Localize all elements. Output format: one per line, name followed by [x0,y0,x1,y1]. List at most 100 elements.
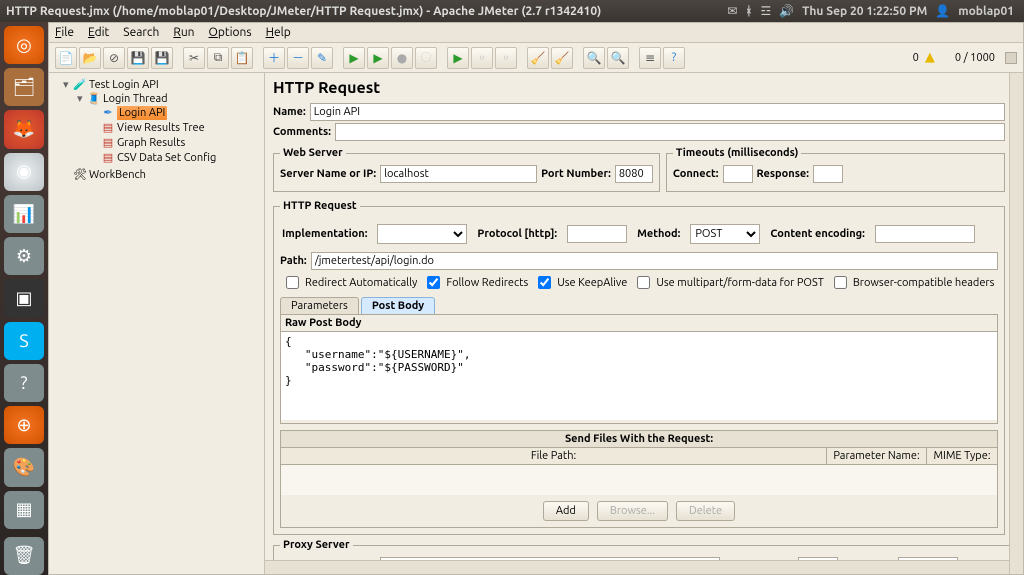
response-label: Response: [757,168,809,180]
http-request-legend: HTTP Request [280,200,360,212]
software-icon[interactable]: ⊕ [4,406,44,444]
tree-item-csv[interactable]: CSV Data Set Config [117,152,216,164]
terminal-icon[interactable]: ▣ [4,279,44,317]
menu-edit[interactable]: Edit [88,26,109,39]
vertical-scrollbar[interactable] [1009,73,1023,574]
collapse-icon[interactable]: － [287,47,309,69]
warning-count: 0 [913,52,919,64]
toolbar: 📄 📂 ⊘ 💾 💾 ✂ ⧉ 📋 ＋ － ✎ ▶ ▶ ● ◌ ▶ ◦ ◦ 🧹 🧹 … [49,43,1023,73]
web-server-legend: Web Server [280,147,346,159]
port-input[interactable] [615,165,653,183]
chrome-icon[interactable]: ◉ [4,153,44,191]
workspace-icon[interactable]: ▦ [4,491,44,529]
menu-search[interactable]: Search [123,26,159,39]
menu-options[interactable]: Options [209,26,252,39]
search-icon[interactable]: 🔍 [583,47,605,69]
trash-icon[interactable]: 🗑 [4,537,44,575]
protocol-input[interactable] [567,225,627,243]
tree-item-graph[interactable]: Graph Results [117,137,185,149]
start-noTimers-icon[interactable]: ▶ [367,47,389,69]
browse-button[interactable]: Browse... [597,501,668,521]
clear-icon[interactable]: 🧹 [527,47,549,69]
chk-redirect-auto[interactable] [286,276,299,289]
chk-follow-redirects[interactable] [427,276,440,289]
username[interactable]: moblap01 [958,5,1014,18]
menu-file[interactable]: File [55,26,74,39]
dash-icon[interactable]: ◎ [4,26,44,64]
name-input[interactable] [310,103,1005,121]
bluetooth-icon[interactable]: ᚼ [745,5,752,18]
reset-search-icon[interactable]: 🔍 [607,47,629,69]
help-icon[interactable]: ? [4,364,44,402]
tree-item-login-api[interactable]: Login API [117,106,167,120]
remote-start-icon[interactable]: ▶ [447,47,469,69]
gimp-icon[interactable]: 🎨 [4,448,44,486]
tree-thread[interactable]: Login Thread [103,93,168,105]
add-button[interactable]: Add [543,501,589,521]
stop-icon[interactable]: ● [391,47,413,69]
tree-workbench[interactable]: WorkBench [89,169,146,181]
fn-icon[interactable]: ≡ [639,47,661,69]
start-icon[interactable]: ▶ [343,47,365,69]
tab-post-body[interactable]: Post Body [361,297,435,314]
copy-icon[interactable]: ⧉ [207,47,229,69]
menu-run[interactable]: Run [173,26,194,39]
server-name-label: Server Name or IP: [280,168,376,180]
main-panel: HTTP Request Name: Comments: Web Server … [265,73,1023,574]
send-files-body[interactable] [281,465,997,495]
files-icon[interactable]: 🗂 [4,68,44,106]
comments-label: Comments: [273,126,331,138]
window-title: HTTP Request.jmx (/home/moblap01/Desktop… [6,5,601,18]
sound-icon[interactable]: 🔊 [779,4,794,18]
settings-icon[interactable]: ⚙ [4,237,44,275]
jmeter-icon[interactable]: 📊 [4,195,44,233]
system-titlebar: HTTP Request.jmx (/home/moblap01/Desktop… [0,0,1024,22]
skype-icon[interactable]: S [4,322,44,360]
chk-multipart[interactable] [637,276,650,289]
horizontal-scrollbar[interactable] [265,560,1009,574]
raw-body-textarea[interactable]: { "username":"${USERNAME}", "password":"… [281,332,997,420]
jmeter-window: File Edit Search Run Options Help 📄 📂 ⊘ … [48,22,1024,575]
encoding-input[interactable] [875,225,975,243]
response-input[interactable] [813,165,843,183]
path-input[interactable] [311,252,998,270]
chk-keepalive[interactable] [538,276,551,289]
test-plan-tree[interactable]: ▾🧪Test Login API ▾🧵Login Thread ✒Login A… [49,73,265,574]
paste-icon[interactable]: 📋 [231,47,253,69]
chk-browser-headers[interactable] [834,276,847,289]
new-icon[interactable]: 📄 [55,47,77,69]
toggle-icon[interactable]: ✎ [311,47,333,69]
user-icon[interactable]: 👤 [935,4,950,18]
comments-input[interactable] [335,123,1005,141]
remote-start-all-icon[interactable]: ◦ [471,47,493,69]
impl-label: Implementation: [282,228,367,240]
timeouts-fieldset: Timeouts (milliseconds) Connect: Respons… [666,147,1005,192]
close-icon[interactable]: ⊘ [103,47,125,69]
save-icon[interactable]: 💾 [127,47,149,69]
shutdown-icon[interactable]: ◌ [415,47,437,69]
help2-icon[interactable]: ? [663,47,685,69]
warning-icon[interactable]: ▲ [925,50,935,65]
mail-icon[interactable]: ✉ [727,4,737,18]
wifi-icon[interactable]: ☲ [760,4,771,18]
impl-select[interactable] [377,224,467,244]
saveas-icon[interactable]: 💾 [151,47,173,69]
menu-help[interactable]: Help [266,26,291,39]
open-icon[interactable]: 📂 [79,47,101,69]
tab-parameters[interactable]: Parameters [280,297,359,314]
connect-input[interactable] [723,165,753,183]
page-title: HTTP Request [273,79,1005,97]
cut-icon[interactable]: ✂ [183,47,205,69]
clearall-icon[interactable]: 🧹 [551,47,573,69]
protocol-label: Protocol [http]: [477,228,557,240]
expand-icon[interactable]: ＋ [263,47,285,69]
tree-root[interactable]: Test Login API [89,79,159,91]
clock[interactable]: Thu Sep 20 1:22:50 PM [802,5,927,18]
tree-item-view-results[interactable]: View Results Tree [117,122,205,134]
server-name-input[interactable] [380,165,537,183]
delete-button[interactable]: Delete [676,501,735,521]
firefox-icon[interactable]: 🦊 [4,110,44,148]
method-select[interactable]: POST [690,224,760,244]
remote-stop-icon[interactable]: ◦ [495,47,517,69]
col-param: Parameter Name: [827,448,927,464]
